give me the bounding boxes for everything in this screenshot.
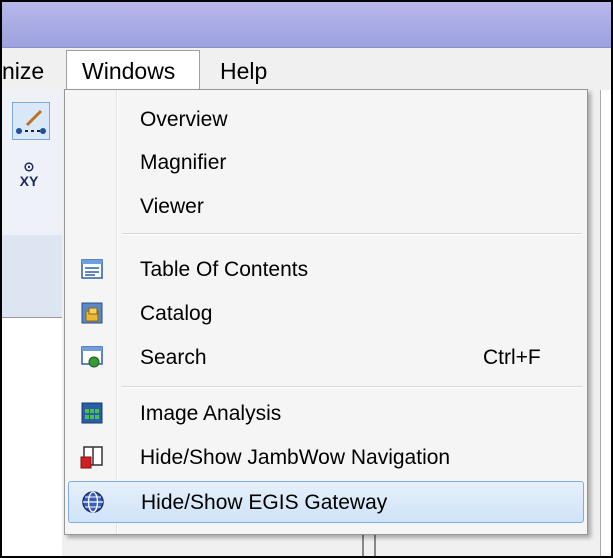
application-window: nize Windows Help ⊙ XY Overview Magnifie… — [0, 0, 613, 558]
menu-windows-label: Windows — [82, 58, 176, 84]
menu-separator — [122, 233, 582, 235]
left-panel — [2, 317, 62, 556]
menu-item-magnifier[interactable]: Magnifier — [68, 142, 584, 184]
jambwow-navigation-icon — [80, 445, 104, 469]
left-panel-header — [2, 235, 62, 317]
catalog-icon — [80, 301, 104, 325]
menu-customize[interactable]: nize — [2, 58, 44, 84]
go-to-xy-button[interactable]: ⊙ XY — [14, 160, 44, 190]
menu-help[interactable]: Help — [220, 58, 267, 84]
table-of-contents-icon — [80, 257, 104, 281]
menu-item-egis-gateway[interactable]: Hide/Show EGIS Gateway — [68, 481, 584, 523]
menu-item-label: Image Analysis — [140, 402, 282, 425]
menu-item-label: Table Of Contents — [140, 258, 309, 281]
menu-item-label: Hide/Show EGIS Gateway — [141, 491, 388, 514]
menu-item-label: Overview — [140, 108, 228, 131]
menu-item-label: Catalog — [140, 302, 213, 325]
image-analysis-icon — [80, 401, 104, 425]
windows-dropdown-menu: Overview Magnifier Viewer Table Of Conte… — [64, 89, 588, 535]
xy-label: XY — [19, 173, 39, 189]
right-panel — [600, 90, 611, 556]
search-window-icon — [80, 345, 104, 369]
menu-item-catalog[interactable]: Catalog — [68, 293, 584, 335]
menu-item-overview[interactable]: Overview — [68, 99, 584, 141]
menu-item-search[interactable]: Search Ctrl+F — [68, 337, 584, 379]
splitter-handle[interactable] — [362, 532, 376, 556]
menu-item-table-of-contents[interactable]: Table Of Contents — [68, 249, 584, 291]
menu-item-label: Hide/Show JambWow Navigation — [140, 446, 451, 469]
menu-windows[interactable]: Windows — [66, 50, 200, 90]
menu-item-shortcut: Ctrl+F — [483, 346, 541, 369]
menu-item-label: Magnifier — [140, 151, 227, 174]
menu-item-label: Search — [140, 346, 207, 369]
globe-icon — [81, 490, 105, 514]
title-bar — [2, 2, 611, 48]
target-icon: ⊙ — [23, 159, 35, 174]
menu-item-image-analysis[interactable]: Image Analysis — [68, 393, 584, 435]
menu-item-viewer[interactable]: Viewer — [68, 186, 584, 228]
edit-vertices-icon[interactable] — [12, 102, 50, 140]
menu-item-jambwow-navigation[interactable]: Hide/Show JambWow Navigation — [68, 437, 584, 479]
menu-item-label: Viewer — [140, 195, 204, 218]
menu-separator — [122, 386, 582, 388]
